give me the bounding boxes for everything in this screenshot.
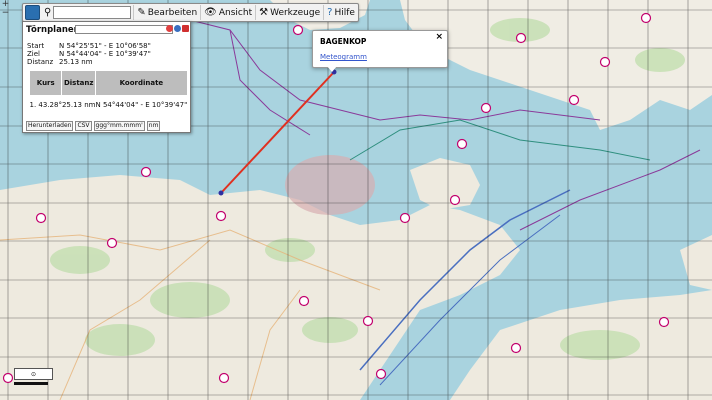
popup-pointer [327,66,337,72]
menu-werkzeuge-label: Werkzeuge [270,7,321,18]
scale-bar [14,382,48,385]
distanz-label: Distanz [27,58,54,66]
search-icon: ⚲ [44,6,52,18]
ziel-row: Ziel N 54°44'04" - E 10°39'47" [27,50,151,58]
edit-icon: ✎ [137,6,146,18]
table-header-kurs: Kurs [28,70,63,96]
route-start-point [218,190,224,196]
start-value: N 54°25'51" - E 10°06'58" [59,42,151,50]
menu-werkzeuge[interactable]: ⚒ Werkzeuge [256,5,325,20]
popup-title: BAGENKOP [320,37,367,46]
table-row: 1. 43.28° 25.13 nm N 54°44'04" - E 10°39… [30,96,188,115]
distanz-value: 25.13 nm [59,58,93,66]
toolbar: ⚲ ✎ Bearbeiten 👁 Ansicht ⚒ Werkzeuge ? H… [22,3,359,22]
zoom-out-button[interactable]: − [0,9,11,18]
start-label: Start [27,42,45,50]
coordinate-format-select[interactable]: ggg°mm.mmm' [93,121,145,131]
tools-icon: ⚒ [259,6,269,18]
compass-icon: ⊙ [30,370,37,378]
menu-hilfe-label: Hilfe [334,7,355,18]
harbour-popup: BAGENKOP × Meteogramm [312,30,448,72]
menu-hilfe[interactable]: ? Hilfe [324,5,358,20]
panel-title: Törnplaner: [26,25,82,35]
menu-ansicht[interactable]: 👁 Ansicht [201,5,257,20]
layers-button[interactable] [25,5,40,20]
scale-widget: ⊙ [14,368,53,380]
table-cell-koordinate: N 54°44'04" - E 10°39'47" [95,101,188,109]
table-cell-distanz: 25.13 nm [61,101,96,109]
distanz-row: Distanz 25.13 nm [27,58,93,66]
delete-icon[interactable] [166,25,173,32]
info-icon[interactable] [174,25,181,32]
export-controls: Herunterladen CSV ggg°mm.mmm' nm [26,121,161,131]
table-header-koordinate: Koordinate [94,70,188,96]
unit-select[interactable]: nm [146,121,161,131]
format-select[interactable]: CSV [75,121,92,131]
start-row: Start N 54°25'51" - E 10°06'58" [27,42,151,50]
ziel-label: Ziel [27,50,40,58]
ziel-value: N 54°44'04" - E 10°39'47" [59,50,151,58]
route-planner-panel: Törnplaner: Start N 54°25'51" - E 10°06'… [22,21,191,133]
table-header-distanz: Distanz [61,70,96,96]
popup-close-button[interactable]: × [435,32,443,42]
menu-ansicht-label: Ansicht [218,7,253,18]
help-icon: ? [327,6,333,18]
map-scale: ⊙ [14,368,53,385]
meteogram-link[interactable]: Meteogramm [320,53,367,61]
route-table: Kurs Distanz Koordinate 1. 43.28° 25.13 … [28,70,188,115]
table-cell-kurs: 1. 43.28° [29,101,62,109]
close-icon[interactable] [182,25,189,32]
menu-bearbeiten[interactable]: ✎ Bearbeiten [134,5,202,20]
search-box: ⚲ [42,5,135,20]
menu-bearbeiten-label: Bearbeiten [147,7,198,18]
download-button[interactable]: Herunterladen [26,121,74,131]
eye-icon: 👁 [204,6,217,18]
search-input[interactable] [53,6,132,19]
zoom-control: + − [0,0,11,18]
route-name-input[interactable] [75,25,173,34]
